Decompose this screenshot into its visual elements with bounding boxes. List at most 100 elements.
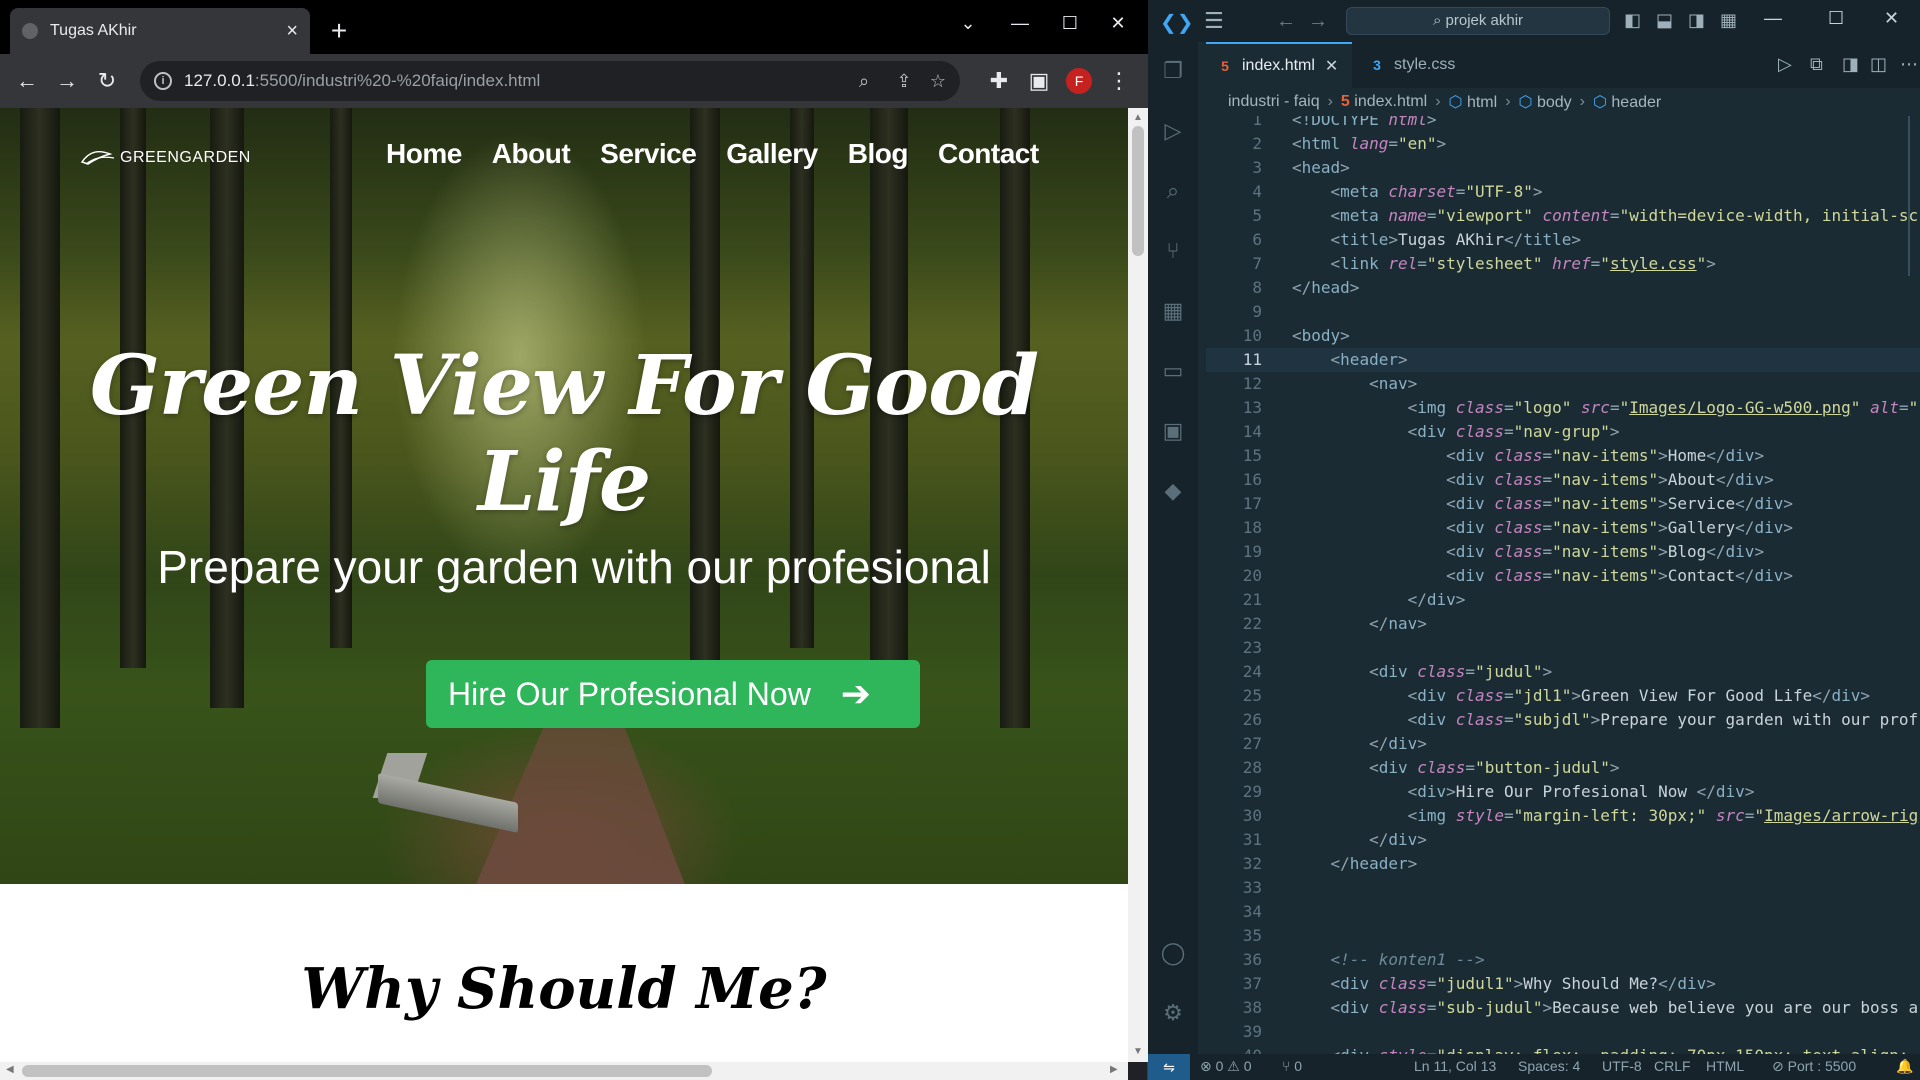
search-icon[interactable]: ⌕: [1160, 178, 1186, 204]
scroll-thumb[interactable]: [1132, 126, 1144, 256]
code-line[interactable]: 30 <img style="margin-left: 30px;" src="…: [1206, 804, 1920, 828]
site-info-icon[interactable]: i: [154, 72, 172, 90]
scroll-right-icon[interactable]: ▶: [1110, 1064, 1118, 1075]
problems-status[interactable]: ⊗ 0 ⚠ 0: [1200, 1058, 1252, 1075]
nav-forward-icon[interactable]: →: [1308, 10, 1328, 33]
nav-item-home[interactable]: Home: [386, 138, 462, 170]
scroll-down-icon[interactable]: ▼: [1133, 1046, 1143, 1057]
forward-button[interactable]: →: [50, 64, 84, 98]
bookmark-star-icon[interactable]: ☆: [922, 65, 954, 97]
hamburger-menu-icon[interactable]: ☰: [1204, 8, 1224, 34]
language-status[interactable]: HTML: [1706, 1058, 1744, 1074]
remote-explorer-icon[interactable]: ▭: [1160, 358, 1186, 384]
remote-indicator-icon[interactable]: ⇋: [1148, 1054, 1190, 1080]
encoding-status[interactable]: UTF-8: [1602, 1058, 1642, 1074]
code-line[interactable]: 35: [1206, 924, 1920, 948]
code-line[interactable]: 1 <!DOCTYPE html>: [1206, 116, 1920, 132]
close-tab-icon[interactable]: ✕: [1325, 56, 1338, 76]
customize-layout-icon[interactable]: ▦: [1720, 10, 1737, 31]
source-control-icon[interactable]: ⑂: [1160, 238, 1186, 264]
breadcrumb-file[interactable]: 5 index.html: [1341, 93, 1427, 111]
nav-item-contact[interactable]: Contact: [938, 138, 1039, 170]
tab-search-chevron-icon[interactable]: ⌄: [948, 6, 988, 40]
breadcrumb-html[interactable]: ⬡ html: [1449, 92, 1498, 112]
eol-status[interactable]: CRLF: [1654, 1058, 1691, 1074]
tab-style-css[interactable]: 3 style.css: [1358, 42, 1498, 88]
code-line[interactable]: 8 </head>: [1206, 276, 1920, 300]
code-line[interactable]: 23: [1206, 636, 1920, 660]
more-menu-icon[interactable]: ⋮: [1102, 64, 1136, 98]
code-line[interactable]: 20 <div class="nav-items">Contact</div>: [1206, 564, 1920, 588]
code-line[interactable]: 3 <head>: [1206, 156, 1920, 180]
code-line[interactable]: 14 <div class="nav-grup">: [1206, 420, 1920, 444]
toggle-layout-icon[interactable]: ◨: [1842, 54, 1859, 75]
address-bar[interactable]: i 127.0.0.1:5500/industri%20-%20faiq/ind…: [140, 61, 960, 101]
breadcrumb-folder[interactable]: industri - faiq: [1228, 93, 1320, 111]
extensions-icon[interactable]: ✚: [982, 64, 1016, 98]
code-line[interactable]: 11 <header>: [1206, 348, 1920, 372]
minimize-button[interactable]: —: [1000, 6, 1040, 40]
code-line[interactable]: 29 <div>Hire Our Profesional Now </div>: [1206, 780, 1920, 804]
code-editor[interactable]: 1 <!DOCTYPE html> 2 <html lang="en"> 3 <head>…: [1206, 116, 1920, 1054]
code-line[interactable]: 9: [1206, 300, 1920, 324]
code-line[interactable]: 24 <div class="judul">: [1206, 660, 1920, 684]
code-line[interactable]: 19 <div class="nav-items">Blog</div>: [1206, 540, 1920, 564]
scroll-up-icon[interactable]: ▲: [1133, 112, 1143, 123]
code-line[interactable]: 39: [1206, 1020, 1920, 1044]
python-icon[interactable]: ◆: [1160, 478, 1186, 504]
minimize-button[interactable]: —: [1764, 8, 1782, 29]
ports-status[interactable]: ⑂ 0: [1282, 1058, 1302, 1074]
code-line[interactable]: 28 <div class="button-judul">: [1206, 756, 1920, 780]
close-tab-icon[interactable]: ×: [286, 20, 298, 43]
code-line[interactable]: 18 <div class="nav-items">Gallery</div>: [1206, 516, 1920, 540]
code-line[interactable]: 16 <div class="nav-items">About</div>: [1206, 468, 1920, 492]
code-line[interactable]: 21 </div>: [1206, 588, 1920, 612]
nav-back-icon[interactable]: ←: [1276, 10, 1296, 33]
share-icon[interactable]: ⇪: [888, 65, 920, 97]
code-line[interactable]: 38 <div class="sub-judul">Because web be…: [1206, 996, 1920, 1020]
code-line[interactable]: 17 <div class="nav-items">Service</div>: [1206, 492, 1920, 516]
minimap-slider[interactable]: [1908, 116, 1910, 276]
browser-tab[interactable]: Tugas AKhir ×: [10, 8, 310, 54]
profile-avatar[interactable]: F: [1066, 68, 1092, 94]
close-window-button[interactable]: ✕: [1884, 8, 1899, 29]
cursor-position[interactable]: Ln 11, Col 13: [1414, 1058, 1496, 1074]
code-line[interactable]: 36 <!-- konten1 -->: [1206, 948, 1920, 972]
reload-button[interactable]: ↻: [90, 64, 124, 98]
code-line[interactable]: 12 <nav>: [1206, 372, 1920, 396]
open-preview-icon[interactable]: ⧉: [1810, 54, 1823, 75]
code-line[interactable]: 6 <title>Tugas AKhir</title>: [1206, 228, 1920, 252]
site-logo[interactable]: GREENGARDEN: [80, 148, 251, 168]
code-line[interactable]: 31 </div>: [1206, 828, 1920, 852]
live-server-port[interactable]: ⊘ Port : 5500: [1772, 1058, 1856, 1075]
hire-button[interactable]: Hire Our Profesional Now ➔: [426, 660, 920, 728]
nav-item-blog[interactable]: Blog: [848, 138, 909, 170]
toggle-sidebar-icon[interactable]: ◧: [1624, 10, 1641, 31]
breadcrumb-header[interactable]: ⬡ header: [1593, 92, 1661, 112]
scroll-left-icon[interactable]: ◀: [6, 1064, 14, 1075]
more-actions-icon[interactable]: ⋯: [1900, 54, 1918, 75]
terminal-icon[interactable]: ▣: [1160, 418, 1186, 444]
maximize-button[interactable]: ☐: [1050, 6, 1090, 40]
zoom-icon[interactable]: ⌕: [848, 65, 880, 97]
tab-index-html[interactable]: 5 index.html ✕: [1206, 42, 1352, 88]
code-line[interactable]: 40 <div style="display: flex; padding: 7…: [1206, 1044, 1920, 1054]
code-line[interactable]: 5 <meta name="viewport" content="width=d…: [1206, 204, 1920, 228]
toggle-panel-icon[interactable]: ⬓: [1656, 10, 1673, 31]
breadcrumb-body[interactable]: ⬡ body: [1519, 92, 1572, 112]
run-icon[interactable]: ▷: [1778, 54, 1792, 75]
code-line[interactable]: 7 <link rel="stylesheet" href="style.css…: [1206, 252, 1920, 276]
explorer-icon[interactable]: ❐: [1160, 58, 1186, 84]
new-tab-button[interactable]: +: [322, 14, 356, 48]
settings-gear-icon[interactable]: ⚙: [1160, 1000, 1186, 1026]
nav-item-service[interactable]: Service: [600, 138, 697, 170]
code-line[interactable]: 25 <div class="jdl1">Green View For Good…: [1206, 684, 1920, 708]
code-line[interactable]: 22 </nav>: [1206, 612, 1920, 636]
command-center-search[interactable]: ⌕ projek akhir: [1346, 7, 1610, 35]
account-icon[interactable]: ◯: [1160, 940, 1186, 966]
maximize-button[interactable]: ☐: [1828, 8, 1844, 29]
code-line[interactable]: 26 <div class="subjdl">Prepare your gard…: [1206, 708, 1920, 732]
indentation-status[interactable]: Spaces: 4: [1518, 1058, 1580, 1074]
hscroll-thumb[interactable]: [22, 1065, 712, 1077]
code-line[interactable]: 10 <body>: [1206, 324, 1920, 348]
